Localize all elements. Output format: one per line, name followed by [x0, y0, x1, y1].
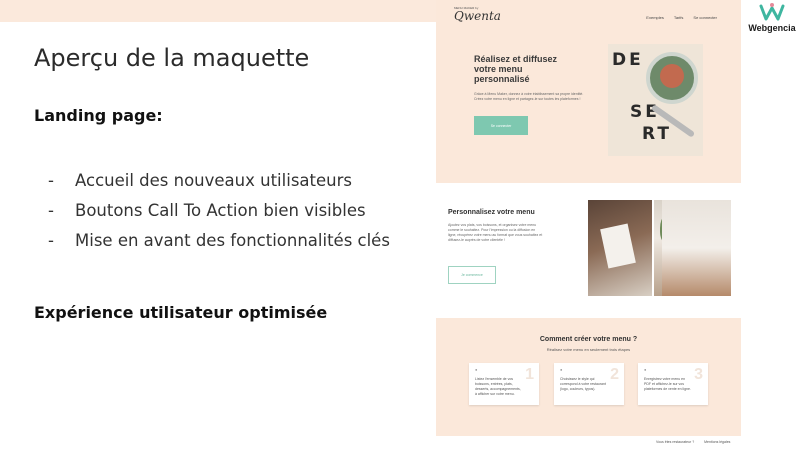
mockup-cta-button[interactable]: Se connecter	[474, 116, 528, 135]
footer-link[interactable]: Mentions légales	[704, 440, 730, 444]
menu-photo: DE SE RT	[608, 44, 703, 156]
mockup-nav-item[interactable]: Exemples	[646, 15, 664, 20]
mockup-section3-heading: Comment créer votre menu ?	[539, 336, 638, 343]
webgencia-logo-text: Webgencia	[748, 23, 796, 33]
step-card-1: ● 1 Listez l'ensemble de vos boissons, e…	[469, 363, 539, 405]
webgencia-logo: Webgencia	[745, 2, 799, 33]
top-band	[0, 0, 436, 22]
menu-hand-photo	[588, 200, 652, 296]
mockup-section2-heading: Personnalisez votre menu	[448, 209, 535, 216]
bullet-item: - Mise en avant des fonctionnalités clés	[48, 230, 390, 250]
webgencia-logo-icon	[759, 3, 785, 21]
step-card-2: ● 2 Choisissez le style qui correspond à…	[554, 363, 624, 405]
step-card-3: ● 3 Enregistrez votre menu en PDF et aff…	[638, 363, 708, 405]
mockup-section3-subheading: Réalisez votre menu en seulement trois é…	[546, 347, 631, 352]
mockup-section2-paragraph: Ajoutez vos plats, vos boissons, et orga…	[448, 223, 543, 242]
mockup-nav: Exemples Tarifs Se connecter	[646, 15, 717, 20]
bullet-list: - Accueil des nouveaux utilisateurs - Bout…	[48, 165, 390, 255]
mockup-steps-panel: Comment créer votre menu ? Réalisez votr…	[436, 318, 741, 436]
mockup-nav-item[interactable]: Tarifs	[674, 15, 684, 20]
mockup-hero-panel: MENU MAKER by Qwenta Exemples Tarifs Se …	[436, 0, 741, 183]
section-heading-landing: Landing page:	[34, 106, 163, 125]
restaurant-interior-photo	[662, 200, 731, 296]
mockup-hero-paragraph: Grâce à Menu Maker, donnez à votre établ…	[474, 92, 584, 101]
mockup-footer: Vous êtes restaurateur ? Mentions légale…	[656, 440, 730, 444]
mockup-start-button[interactable]: Je commence	[448, 266, 496, 284]
mockup-customize-panel: Personnalisez votre menu Ajoutez vos pla…	[436, 185, 741, 300]
slide-title: Aperçu de la maquette	[34, 44, 310, 72]
bullet-item: - Accueil des nouveaux utilisateurs	[48, 170, 352, 190]
footer-link[interactable]: Vous êtes restaurateur ?	[656, 440, 694, 444]
mockup-nav-item[interactable]: Se connecter	[693, 15, 717, 20]
section-heading-ux: Expérience utilisateur optimisée	[34, 303, 328, 322]
mockup-brand-logo: Qwenta	[454, 9, 501, 23]
mockup-hero-heading: Réalisez et diffusez votre menu personna…	[474, 54, 558, 84]
bullet-item: - Boutons Call To Action bien visibles	[48, 200, 366, 220]
fruit-image	[660, 64, 684, 88]
